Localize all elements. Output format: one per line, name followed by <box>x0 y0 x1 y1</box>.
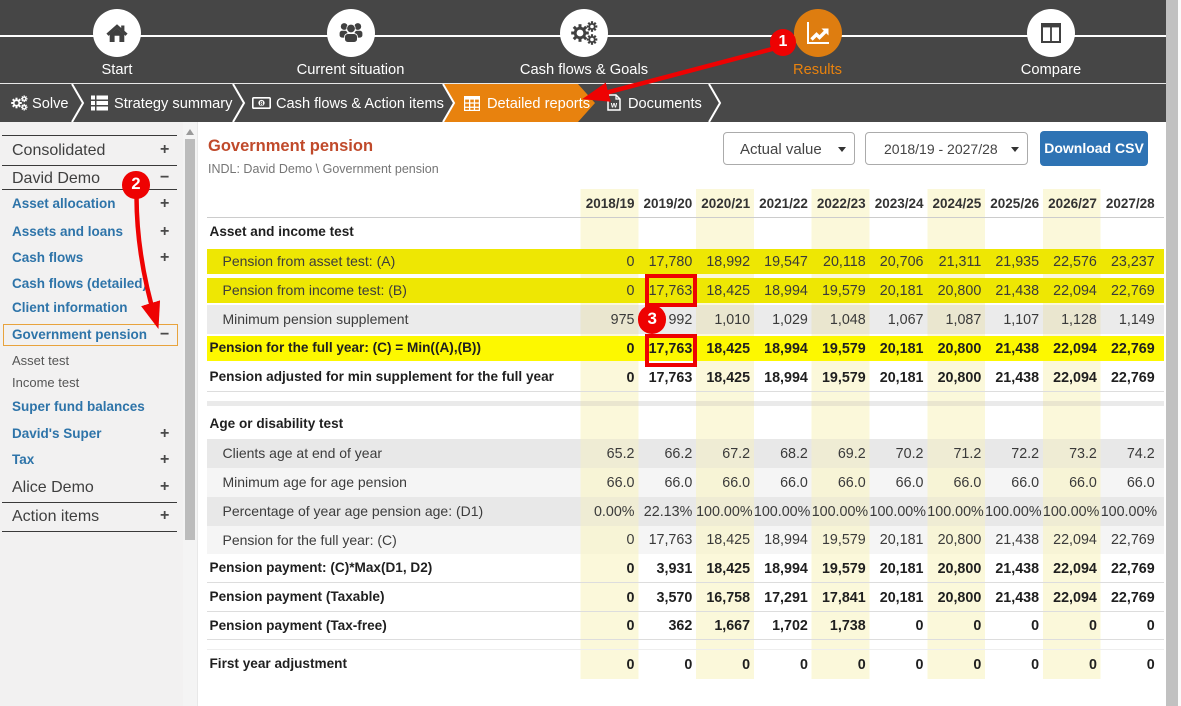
svg-text:8: 8 <box>260 100 264 107</box>
svg-text:w: w <box>610 101 618 110</box>
